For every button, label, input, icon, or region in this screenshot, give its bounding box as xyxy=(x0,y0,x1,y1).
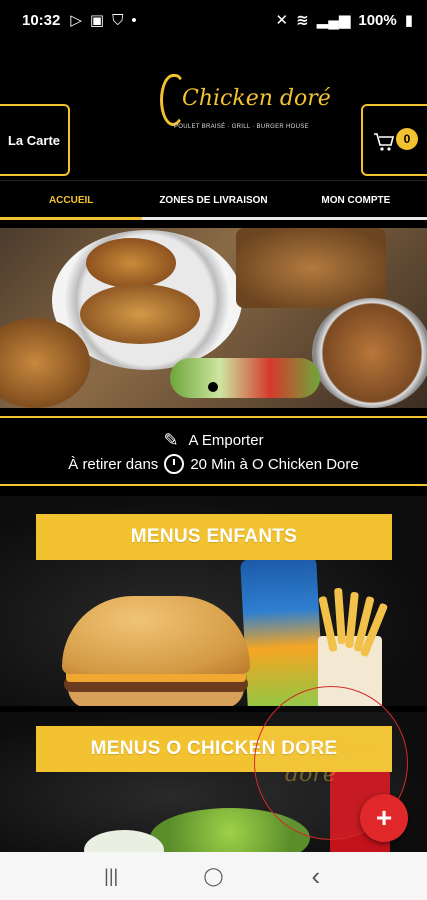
hero-board xyxy=(236,228,386,308)
tab-zones-label: ZONES DE LIVRAISON xyxy=(159,195,268,206)
app-header: La Carte Chicken doré POULET BRAISÉ · GR… xyxy=(0,40,427,180)
la-carte-button[interactable]: La Carte xyxy=(0,104,70,176)
tab-mon-compte[interactable]: MON COMPTE xyxy=(285,181,427,220)
tab-divider xyxy=(142,217,427,220)
main-tabs: ACCUEIL ZONES DE LIVRAISON MON COMPTE xyxy=(0,180,427,220)
la-carte-label: La Carte xyxy=(7,132,61,148)
status-right: ✕ ≋ ▂▄▆ 100% ▮ xyxy=(275,11,414,30)
battery-level: 100% xyxy=(358,11,397,29)
pickup-prefix: À retirer dans xyxy=(68,455,159,473)
tab-compte-label: MON COMPTE xyxy=(321,195,391,206)
mute-icon: ✕ xyxy=(275,12,289,29)
cart-icon xyxy=(374,133,395,151)
dot-icon: • xyxy=(131,11,137,29)
category-banner-menus-enfants[interactable]: MENUS ENFANTS xyxy=(36,514,392,560)
hero-chicken-1 xyxy=(86,238,176,288)
chicken-dore-logo: Chicken doré POULET BRAISÉ · GRILL · BUR… xyxy=(160,68,331,146)
recents-icon[interactable]: ||| xyxy=(91,866,131,887)
hero-chicken-2 xyxy=(80,284,200,344)
status-left-icons: ▷ ▣ ⛉ • xyxy=(70,11,137,30)
wifi-icon: ≋ xyxy=(296,12,309,29)
app-icon: ▣ xyxy=(89,12,105,29)
cart-count-badge: 0 xyxy=(396,128,418,150)
carousel-indicator[interactable] xyxy=(208,382,218,392)
plus-icon: + xyxy=(375,802,393,833)
hero-veggies xyxy=(170,358,320,398)
home-icon[interactable]: ◯ xyxy=(193,866,233,887)
tab-zones-de-livraison[interactable]: ZONES DE LIVRAISON xyxy=(142,181,284,220)
pickup-mode: A Emporter xyxy=(188,432,264,449)
status-time: 10:32 xyxy=(22,11,61,29)
hero-food-image xyxy=(0,228,427,408)
status-bar: 10:32 ▷ ▣ ⛉ • ✕ ≋ ▂▄▆ 100% ▮ xyxy=(0,0,427,40)
android-nav-bar: ||| ◯ ‹ xyxy=(0,852,427,900)
add-fab-button[interactable]: + xyxy=(360,794,408,842)
battery-icon: ▮ xyxy=(404,12,413,29)
cart-button[interactable]: 0 xyxy=(361,104,427,176)
pencil-icon[interactable]: ✎ xyxy=(163,430,178,451)
category-card-menus-enfants[interactable]: MENUS ENFANTS xyxy=(0,496,427,706)
clock-icon xyxy=(164,454,185,474)
watermark-logo-text: Chicken doré xyxy=(285,737,376,787)
play-store-icon: ▷ xyxy=(70,12,82,29)
logo-text: Chicken doré xyxy=(182,86,331,111)
tab-accueil-label: ACCUEIL xyxy=(48,195,94,206)
back-icon[interactable]: ‹ xyxy=(296,861,336,892)
burger-top-bun xyxy=(62,596,250,674)
pickup-detail: 20 Min à O Chicken Dore xyxy=(190,455,359,473)
tab-accueil[interactable]: ACCUEIL xyxy=(0,181,143,220)
shield-icon: ⛉ xyxy=(112,11,124,29)
signal-icon: ▂▄▆ xyxy=(316,12,351,29)
category-label-menus-enfants: MENUS ENFANTS xyxy=(130,526,298,547)
logo-subtitle: POULET BRAISÉ · GRILL · BURGER HOUSE xyxy=(174,124,309,130)
pickup-info-box[interactable]: ✎ A Emporter À retirer dans 20 Min à O C… xyxy=(0,416,427,486)
juice-pouch-image xyxy=(240,556,324,706)
hero-bowl xyxy=(312,298,427,408)
